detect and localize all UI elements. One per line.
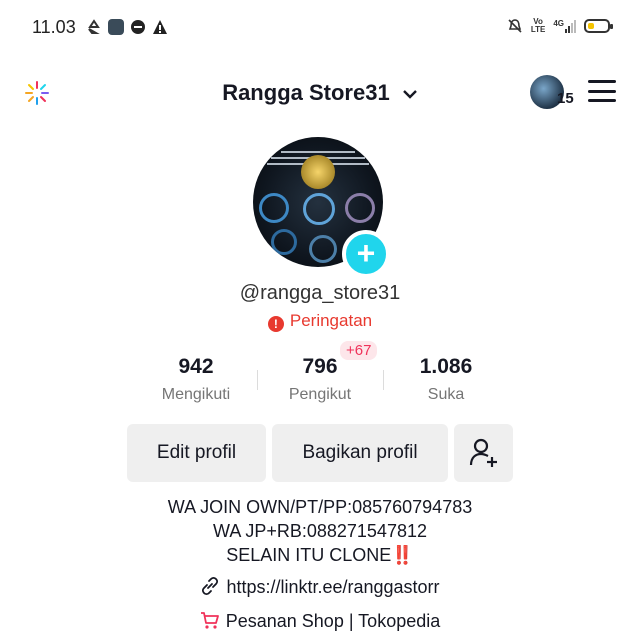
account-badge-count: 15 bbox=[557, 90, 574, 107]
stat-likes[interactable]: 1.086 Suka bbox=[386, 355, 506, 404]
battery-fill bbox=[588, 23, 594, 29]
bio-line: SELAIN ITU CLONE‼️ bbox=[0, 543, 640, 567]
warning-label: Peringatan bbox=[289, 311, 373, 330]
mute-icon bbox=[508, 19, 522, 33]
bio-line: WA JP+RB:088271547812 bbox=[213, 521, 427, 541]
stat-divider bbox=[257, 370, 258, 390]
recycle-icon bbox=[88, 19, 100, 34]
volte-indicator: Vo LTE bbox=[531, 18, 546, 34]
status-notification-icons bbox=[86, 19, 168, 35]
bio-line-text: SELAIN ITU CLONE bbox=[226, 545, 392, 565]
stat-divider bbox=[383, 370, 384, 390]
add-avatar-button[interactable]: + bbox=[342, 230, 390, 278]
app-icon bbox=[108, 19, 124, 35]
profile-username: @rangga_store31 bbox=[239, 282, 401, 304]
stat-following[interactable]: 942 Mengikuti bbox=[136, 355, 256, 404]
likes-label: Suka bbox=[427, 386, 465, 403]
menu-icon[interactable] bbox=[588, 80, 616, 102]
volte-bottom: LTE bbox=[530, 25, 546, 34]
battery-icon bbox=[584, 19, 613, 33]
link-icon bbox=[202, 576, 219, 596]
circle-app-icon bbox=[131, 20, 145, 34]
followers-delta-badge: +67 bbox=[340, 341, 378, 360]
bio-line: WA JOIN OWN/PT/PP:085760794783 bbox=[167, 497, 473, 517]
shopping-cart-icon bbox=[200, 612, 219, 629]
following-label: Mengikuti bbox=[161, 386, 231, 403]
profile-bio: WA JOIN OWN/PT/PP:085760794783 WA JP+RB:… bbox=[0, 495, 640, 567]
followers-label: Pengikut bbox=[288, 386, 352, 403]
profile-link[interactable]: https://linktr.ee/ranggastorr bbox=[0, 576, 640, 598]
status-system-icons: Vo LTE 4G bbox=[507, 18, 613, 34]
double-exclamation-emoji: ‼️ bbox=[391, 545, 414, 565]
warning-icon bbox=[153, 20, 167, 34]
add-friends-button[interactable] bbox=[454, 424, 513, 482]
likes-count: 1.086 bbox=[419, 355, 473, 378]
account-name: Rangga Store31 bbox=[222, 80, 390, 105]
status-time: 11.03 bbox=[32, 17, 76, 37]
stat-followers[interactable]: 796 Pengikut bbox=[260, 355, 380, 404]
shop-link-text: Pesanan Shop | Tokopedia bbox=[225, 611, 441, 631]
following-count: 942 bbox=[178, 355, 214, 378]
chevron-down-icon bbox=[402, 90, 417, 99]
alert-icon: ! bbox=[267, 316, 284, 332]
edit-profile-button[interactable]: Edit profil bbox=[127, 424, 266, 482]
share-profile-button[interactable]: Bagikan profil bbox=[272, 424, 448, 482]
signal-icon: 4G bbox=[553, 19, 576, 33]
warning-link[interactable]: ! Peringatan bbox=[0, 311, 640, 332]
network-type: 4G bbox=[553, 19, 564, 28]
profile-link-text: https://linktr.ee/ranggastorr bbox=[226, 577, 440, 597]
add-user-icon bbox=[469, 438, 497, 467]
shop-link[interactable]: Pesanan Shop | Tokopedia bbox=[0, 610, 640, 632]
